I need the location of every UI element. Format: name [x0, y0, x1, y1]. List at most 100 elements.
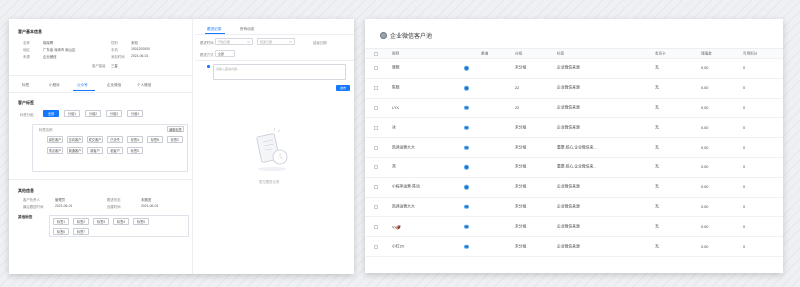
table-row[interactable]: Vx🏈 未分组 企业微信来源 无 0.00 0: [365, 217, 783, 238]
row-checkbox[interactable]: [374, 185, 378, 190]
other-tag-chip[interactable]: 标签6: [53, 228, 69, 235]
follow-content-input[interactable]: 请输入跟进内容...: [213, 64, 346, 80]
row-checkbox[interactable]: [374, 66, 378, 71]
cell-member-card: 无: [655, 204, 659, 209]
tab-all-activity[interactable]: 所有动态: [240, 27, 254, 32]
cell-points: 0: [743, 86, 746, 91]
other-info-title: 其他信息: [18, 188, 34, 193]
cell-points: 0: [743, 224, 746, 229]
cell-balance: 0.00: [701, 165, 709, 170]
submit-button[interactable]: 发布: [336, 85, 350, 91]
cell-tags: 企业微信来源: [557, 105, 580, 110]
tag-chip[interactable]: 标签D: [127, 147, 143, 154]
table-row[interactable]: 凯迪运营大大 未分组 重要,核心,企业微信来... 无 0.00 0: [365, 138, 783, 158]
row-checkbox[interactable]: [374, 165, 378, 170]
table-row[interactable]: 陈晓 22 企业微信来源 无 0.00 0: [365, 79, 783, 99]
cell-balance: 0.00: [701, 244, 709, 249]
empty-state-text: 暂无跟进记录: [259, 180, 280, 184]
tag-chip[interactable]: 重点客户: [47, 147, 63, 154]
row-checkbox[interactable]: [374, 244, 378, 249]
tag-group-chip[interactable]: 分组4: [127, 110, 143, 117]
tab-mini-program[interactable]: 小程序: [49, 83, 60, 88]
column-header-points: 可用积分: [743, 51, 758, 55]
other-tag-chip[interactable]: 标签5: [133, 218, 149, 225]
cell-group: 22: [515, 86, 520, 91]
tag-chip[interactable]: 意向客户: [67, 136, 83, 143]
tag-group-chip[interactable]: 分组1: [64, 110, 80, 117]
cell-nickname: 陈晓: [392, 85, 400, 90]
row-checkbox[interactable]: [374, 224, 378, 229]
end-date-picker[interactable]: 结束日期 ▭: [257, 38, 295, 45]
start-date-picker[interactable]: 开始日期 ▭: [215, 38, 253, 45]
cell-group: 未分组: [515, 125, 527, 130]
tag-chip[interactable]: 标签B: [147, 136, 163, 143]
cell-tags: 重要,核心,企业微信来...: [557, 164, 597, 169]
cell-tags: 企业微信来源: [557, 244, 580, 249]
table-row[interactable]: 🈷 未分组 重要,核心,企业微信来... 无 0.00 0: [365, 158, 783, 178]
tag-group-chip[interactable]: 分组2: [85, 110, 101, 117]
start-date-placeholder: 开始日期: [218, 39, 231, 44]
tab-tags[interactable]: 标签: [22, 83, 29, 88]
other-tag-chip[interactable]: 标签1: [53, 218, 69, 225]
other-tag-chip[interactable]: 标签4: [113, 218, 129, 225]
info-value-region: 广东省 深圳市 南山区: [43, 48, 76, 52]
row-checkbox[interactable]: [374, 86, 378, 91]
tag-chip[interactable]: 成交客户: [87, 136, 103, 143]
tag-chip[interactable]: 普通客户: [67, 147, 83, 154]
cell-points: 0: [743, 66, 746, 71]
table-row[interactable]: 凯迪运营大大 未分组 企业微信来源 无 0.00 0: [365, 198, 783, 218]
tag-group-chip[interactable]: 分组3: [106, 110, 122, 117]
row-checkbox[interactable]: [374, 145, 378, 150]
cell-member-card: 无: [655, 125, 659, 130]
cell-tags: 企业微信来源: [557, 184, 580, 189]
divider: [9, 75, 193, 76]
cell-tags: 企业微信来源: [557, 85, 580, 90]
other-tag-title: 其他标签: [18, 215, 33, 219]
tab-follow-records[interactable]: 跟进记录: [207, 27, 221, 32]
tag-chip[interactable]: 已流失: [107, 136, 123, 143]
other-tag-chip[interactable]: 标签7: [73, 228, 89, 235]
wechat-channel-icon: [464, 165, 469, 170]
customer-detail-column: 客户基本信息 名称 晓晓啊 性别 未知 地区 广东省 深圳市 南山区 手机 15…: [9, 19, 193, 274]
type-label: 跟进方式: [200, 53, 214, 57]
follow-up-column: 跟进记录 所有动态 跟进时间 开始日期 ▭ 结束日期 ▭ 结束日期 跟进方式 全…: [195, 19, 354, 274]
row-checkbox[interactable]: [374, 105, 378, 110]
table-row[interactable]: 冰 未分组 企业微信来源 无 0.00 0: [365, 118, 783, 139]
tab-official-account[interactable]: 公众号: [77, 83, 88, 88]
other-value-created: 2021-06-01: [141, 204, 159, 208]
wechat-channel-icon: [464, 244, 469, 249]
table-row[interactable]: 晓晓 未分组 企业微信来源 无 0.00 0: [365, 59, 783, 79]
divider: [195, 60, 354, 61]
edit-tags-button[interactable]: 编辑标签: [167, 126, 184, 132]
tag-group-label: 标签分组: [20, 113, 34, 117]
other-tag-chip[interactable]: 标签3: [93, 218, 109, 225]
tab-wecom[interactable]: 企业微信: [107, 83, 121, 88]
panel-title-text: 企业微信客户池: [390, 34, 433, 40]
cell-member-card: 无: [655, 105, 659, 110]
type-select[interactable]: 全部: [215, 50, 235, 57]
other-label-owner: 客户负责人: [23, 198, 40, 202]
row-checkbox[interactable]: [374, 204, 378, 209]
tag-chip[interactable]: 标签A: [127, 136, 143, 143]
other-label-status: 跟进状态: [107, 198, 121, 202]
info-label-gender: 性别: [111, 41, 118, 45]
other-tag-chip[interactable]: 标签2: [73, 218, 89, 225]
cell-group: 未分组: [515, 224, 527, 229]
table-row[interactable]: 小程序运营-陈动 未分组 企业微信来源 无 0.00 0: [365, 178, 783, 198]
tag-chip[interactable]: 潜在客户: [47, 136, 63, 143]
row-checkbox[interactable]: [374, 125, 378, 130]
cell-group: 未分组: [515, 204, 527, 209]
tag-chip[interactable]: 老客户: [107, 147, 123, 154]
table-row[interactable]: 小钉ZX 未分组 企业微信来源 无 0.00 0: [365, 237, 783, 257]
cell-points: 0: [743, 125, 746, 130]
tag-chip[interactable]: 新客户: [87, 147, 103, 154]
tab-personal-wechat[interactable]: 个人微信: [137, 83, 151, 88]
tag-group-chip[interactable]: 全部: [43, 110, 59, 117]
select-all-checkbox[interactable]: [374, 51, 378, 56]
cell-balance: 0.00: [701, 86, 709, 91]
table-row[interactable]: LYX 22 企业微信来源 无 0.00 0: [365, 99, 783, 119]
column-header-nickname[interactable]: 昵称: [392, 51, 399, 56]
tag-chip[interactable]: 标签C: [167, 136, 183, 143]
cell-member-card: 无: [655, 85, 659, 90]
cell-member-card: 无: [655, 145, 659, 150]
